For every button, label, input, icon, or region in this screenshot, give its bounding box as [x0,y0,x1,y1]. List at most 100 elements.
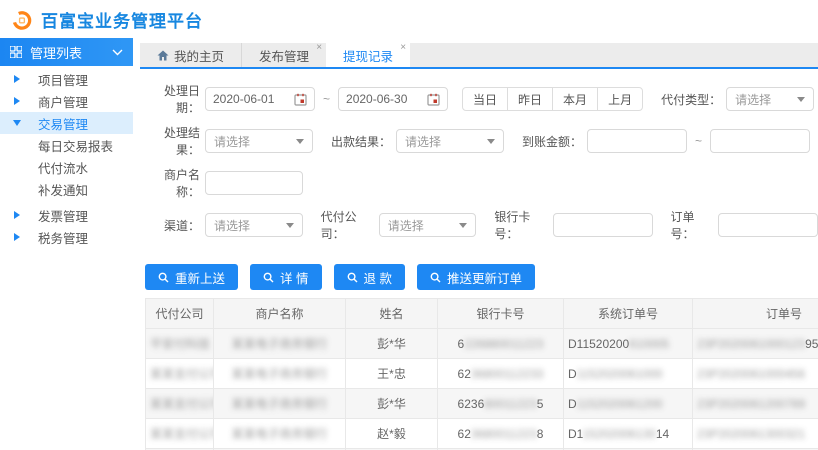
redacted-text: 某某电子商务银行 [231,367,327,381]
cell-order-no: 23P2020061000456 [693,359,818,389]
cell-card-no: 6236800112233 [438,359,564,389]
pay-type-value: 请选择 [735,91,771,108]
company-value: 请选择 [388,217,424,234]
channel-value: 请选择 [214,217,250,234]
col-header-order-no: 订单号 [693,299,818,329]
result-select[interactable]: 请选择 [205,129,313,153]
caret-down-icon [797,97,805,102]
pay-type-select[interactable]: 请选择 [726,87,814,111]
sidebar-item-transaction-mgmt[interactable]: 交易管理 [0,112,133,134]
company-select[interactable]: 请选择 [379,213,477,237]
table-row[interactable]: 某某支付公司 某某电子商务银行 王*忠 6236800112233 D11520… [146,359,818,389]
redacted-text: 610005 [629,337,669,351]
sidebar-item-daily-report[interactable]: 每日交易报表 [0,134,133,156]
tab-publish-mgmt[interactable]: 发布管理 × [242,43,326,67]
triangle-right-icon [14,97,20,105]
col-header-card-no: 银行卡号 [438,299,564,329]
caret-down-icon [296,139,304,144]
sidebar-item-label: 税务管理 [38,228,88,247]
page-title: 百富宝业务管理平台 [41,7,203,32]
button-label: 详 情 [280,268,308,287]
redacted-text: 15202006130 [582,427,655,441]
baifubao-logo-icon [10,8,33,31]
sidebar-item-label: 商户管理 [38,92,88,111]
app-header: 百富宝业务管理平台 [0,0,818,38]
redacted-text: 23P2020061000123 [697,337,805,351]
redacted-text: 某某支付公司 [150,397,214,411]
redacted-text: 226880011223 [464,337,543,351]
order-no-input[interactable] [718,213,818,237]
button-label: 重新上送 [175,268,225,287]
close-icon[interactable]: × [400,43,406,53]
cell-sys-order-no: D11520200610005 [564,329,693,359]
redacted-text: 3680011223 [471,427,537,441]
magnifier-icon [263,272,274,283]
table-row[interactable]: 某某支付公司 某某电子商务银行 赵*毅 6236800112238 D11520… [146,419,818,449]
sidebar-item-invoice-mgmt[interactable]: 发票管理 [0,204,133,226]
redacted-text: 36800112233 [471,367,544,381]
cell-card-no: 6226880011223 [438,329,564,359]
button-label: 退 款 [364,268,392,287]
table-row[interactable]: 某某支付公司 某某电子商务银行 彭*华 6236800112235 D11520… [146,389,818,419]
refund-button[interactable]: 退 款 [334,264,405,290]
triangle-right-icon [14,211,20,219]
date-to-input[interactable]: 2020-06-30 [338,87,448,111]
cell-name: 赵*毅 [346,419,438,449]
channel-label: 渠道： [145,217,200,234]
close-icon[interactable]: × [316,43,322,53]
order-no-label: 订单号： [671,208,713,242]
card-no-input[interactable] [553,213,653,237]
push-update-order-button[interactable]: 推送更新订单 [417,264,535,290]
sidebar-item-reissue-notice[interactable]: 补发通知 [0,178,133,200]
sidebar-item-merchant-mgmt[interactable]: 商户管理 [0,90,133,112]
merchant-name-label: 商户名称： [145,166,200,200]
date-from-input[interactable]: 2020-06-01 [205,87,315,111]
col-header-name: 姓名 [346,299,438,329]
result-label: 处理结果： [145,124,200,158]
redacted-text: 80011223 [484,397,537,411]
sidebar-item-tax-mgmt[interactable]: 税务管理 [0,226,133,248]
home-icon [157,50,169,61]
payout-select[interactable]: 请选择 [396,129,504,153]
sidebar-item-project-mgmt[interactable]: 项目管理 [0,68,133,90]
cell-name: 彭*华 [346,329,438,359]
merchant-name-input[interactable] [205,171,303,195]
redacted-text: 1152020061200 [577,397,663,411]
filter-row-channel: 渠道： 请选择 代付公司： 请选择 银行卡号： 订单号： [145,208,818,242]
cell-merchant: 某某电子商务银行 [214,419,346,449]
table-row[interactable]: 平安付科技 某某电子商务银行 彭*华 6226880011223 D115202… [146,329,818,359]
sidebar-item-label: 补发通知 [38,180,88,199]
date-from-value: 2020-06-01 [213,92,294,106]
sidebar-item-payment-flow[interactable]: 代付流水 [0,156,133,178]
sidebar-header-management-list[interactable]: 管理列表 [0,38,133,66]
detail-button[interactable]: 详 情 [250,264,321,290]
withdraw-records-table: 代付公司 商户名称 姓名 银行卡号 系统订单号 订单号 平安付科技 某某电子商务… [145,298,818,450]
quick-range-this-month[interactable]: 本月 [553,88,598,110]
channel-select[interactable]: 请选择 [205,213,303,237]
redacted-text: 平安付科技 [150,337,210,351]
col-header-sys-order-no: 系统订单号 [564,299,693,329]
caret-down-icon [487,139,495,144]
amount-max-input[interactable] [710,129,810,153]
filter-row-merchant: 商户名称： [145,166,818,200]
sidebar: 管理列表 项目管理 商户管理 交易管理 每日交易报表 [0,38,133,450]
tab-home[interactable]: 我的主页 [140,43,242,67]
quick-range-last-month[interactable]: 上月 [598,88,642,110]
pay-type-label: 代付类型： [661,91,721,108]
sidebar-item-label: 交易管理 [38,114,88,133]
date-label: 处理日期： [145,82,200,116]
payout-value: 请选择 [405,133,441,150]
card-no-label: 银行卡号： [494,208,547,242]
triangle-down-icon [13,120,21,126]
resend-button[interactable]: 重新上送 [145,264,238,290]
cell-company: 某某支付公司 [146,389,214,419]
cell-company: 平安付科技 [146,329,214,359]
redacted-text: 1152020061000 [577,367,663,381]
quick-range-today[interactable]: 当日 [463,88,508,110]
cell-company: 某某支付公司 [146,419,214,449]
sidebar-menu: 项目管理 商户管理 交易管理 每日交易报表 代付流水 补发通知 发票管理 [0,66,133,248]
amount-min-input[interactable] [587,129,687,153]
tab-withdraw-records[interactable]: 提现记录 × [326,43,410,67]
quick-range-yesterday[interactable]: 昨日 [508,88,553,110]
cell-sys-order-no: D1152020061000 [564,359,693,389]
